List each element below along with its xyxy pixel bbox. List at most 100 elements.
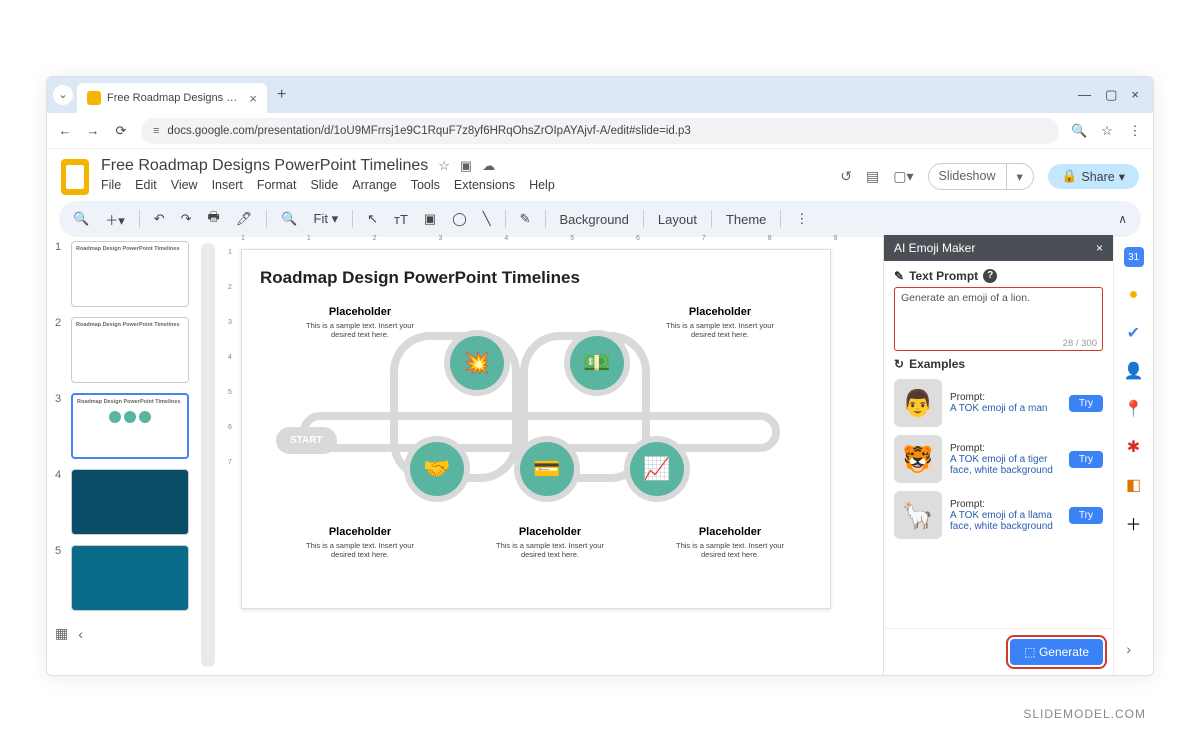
chevron-down-icon[interactable]: ▾ bbox=[1006, 164, 1033, 189]
try-1-button[interactable]: Try bbox=[1069, 395, 1103, 412]
menu-help[interactable]: Help bbox=[529, 178, 555, 192]
menu-insert[interactable]: Insert bbox=[212, 178, 243, 192]
node-icon-explosion[interactable]: 💥 bbox=[450, 336, 504, 390]
addon-1-icon[interactable]: ✱ bbox=[1124, 437, 1144, 457]
comment-icon[interactable]: ✎ bbox=[516, 208, 535, 230]
menu-slide[interactable]: Slide bbox=[310, 178, 338, 192]
generate-button[interactable]: ⬚ Generate bbox=[1010, 639, 1103, 665]
close-panel-icon[interactable]: × bbox=[1096, 241, 1103, 255]
share-button[interactable]: 🔒 Share ▾ bbox=[1048, 164, 1139, 189]
start-badge: START bbox=[276, 427, 337, 454]
placeholder-bl[interactable]: PlaceholderThis is a sample text. Insert… bbox=[300, 522, 420, 559]
placeholder-bc[interactable]: PlaceholderThis is a sample text. Insert… bbox=[490, 522, 610, 559]
maps-icon[interactable]: 📍 bbox=[1124, 399, 1144, 419]
canvas-area: 1 1 2 3 4 5 6 7 8 9 10 11 12 13 1234567 … bbox=[197, 235, 883, 675]
new-slide-icon[interactable]: ＋▾ bbox=[101, 207, 129, 232]
zoom-level[interactable]: Fit ▾ bbox=[310, 208, 343, 230]
comments-icon[interactable]: ▤ bbox=[866, 168, 879, 185]
back-icon[interactable]: ← bbox=[57, 123, 73, 138]
calendar-icon[interactable]: 31 bbox=[1124, 247, 1144, 267]
try-3-button[interactable]: Try bbox=[1069, 507, 1103, 524]
thumb-5[interactable]: 5 bbox=[55, 545, 189, 611]
placeholder-tr[interactable]: PlaceholderThis is a sample text. Insert… bbox=[660, 302, 780, 339]
app-header: Free Roadmap Designs PowerPoint Timeline… bbox=[47, 149, 1153, 195]
tab-search-icon[interactable]: ⌄ bbox=[53, 85, 73, 105]
toolbar: 🔍 ＋▾ ↶ ↷ 🖶 🖊 🔍 Fit ▾ ↖ ᴛT ▣ ◯ ╲ ✎ Backgr… bbox=[59, 201, 1141, 237]
contacts-icon[interactable]: 👤 bbox=[1124, 361, 1144, 381]
grid-view-icon[interactable]: ▦ bbox=[55, 625, 68, 642]
maximize-icon[interactable]: ▢ bbox=[1105, 87, 1117, 103]
transition-icon[interactable]: ⋮ bbox=[791, 208, 812, 230]
menu-file[interactable]: File bbox=[101, 178, 121, 192]
close-window-icon[interactable]: × bbox=[1131, 87, 1139, 103]
thumb-2[interactable]: 2Roadmap Design PowerPoint Timelines bbox=[55, 317, 189, 383]
get-addons-icon[interactable]: ＋ bbox=[1124, 513, 1144, 533]
minimize-icon[interactable]: — bbox=[1078, 87, 1091, 103]
menu-arrange[interactable]: Arrange bbox=[352, 178, 396, 192]
refresh-icon[interactable]: ↻ bbox=[894, 357, 904, 371]
close-tab-icon[interactable]: × bbox=[249, 91, 257, 106]
new-tab-button[interactable]: + bbox=[271, 86, 292, 104]
example-3: 🦙 Prompt:A TOK emoji of a llama face, wh… bbox=[894, 491, 1103, 539]
undo-icon[interactable]: ↶ bbox=[150, 208, 169, 230]
placeholder-tl[interactable]: PlaceholderThis is a sample text. Insert… bbox=[300, 302, 420, 339]
redo-icon[interactable]: ↷ bbox=[177, 208, 196, 230]
forward-icon[interactable]: → bbox=[85, 123, 101, 138]
theme-button[interactable]: Theme bbox=[722, 209, 770, 230]
select-tool-icon[interactable]: ↖ bbox=[363, 208, 382, 230]
try-2-button[interactable]: Try bbox=[1069, 451, 1103, 468]
text-box-icon[interactable]: ᴛT bbox=[390, 209, 412, 230]
zoom-tool-icon[interactable]: 🔍 bbox=[277, 208, 301, 230]
slide-title[interactable]: Roadmap Design PowerPoint Timelines bbox=[260, 268, 812, 288]
cloud-status-icon[interactable]: ☁ bbox=[482, 158, 495, 174]
bookmark-icon[interactable]: ☆ bbox=[1099, 123, 1115, 139]
tasks-icon[interactable]: ✔ bbox=[1124, 323, 1144, 343]
next-icon[interactable]: › bbox=[1126, 641, 1131, 657]
thumb-4[interactable]: 4 bbox=[55, 469, 189, 535]
search-menus-icon[interactable]: 🔍 bbox=[69, 208, 93, 230]
addon-2-icon[interactable]: ◧ bbox=[1124, 475, 1144, 495]
slideshow-button[interactable]: Slideshow▾ bbox=[928, 163, 1034, 190]
meet-icon[interactable]: ▢▾ bbox=[893, 168, 913, 185]
history-icon[interactable]: ↺ bbox=[840, 168, 852, 185]
reload-icon[interactable]: ⟳ bbox=[113, 123, 129, 139]
node-icon-chart[interactable]: 📈 bbox=[630, 442, 684, 496]
zoom-icon[interactable]: 🔍 bbox=[1071, 123, 1087, 139]
thumb-3[interactable]: 3Roadmap Design PowerPoint Timelines bbox=[55, 393, 189, 459]
keep-icon[interactable]: ● bbox=[1124, 285, 1144, 305]
shape-icon[interactable]: ◯ bbox=[448, 208, 471, 230]
slide-canvas[interactable]: Roadmap Design PowerPoint Timelines STAR… bbox=[241, 249, 831, 609]
menu-edit[interactable]: Edit bbox=[135, 178, 157, 192]
node-icon-money[interactable]: 💵 bbox=[570, 336, 624, 390]
document-title[interactable]: Free Roadmap Designs PowerPoint Timeline… bbox=[101, 157, 428, 175]
ruler-vertical: 1234567 bbox=[219, 249, 241, 675]
move-icon[interactable]: ▣ bbox=[460, 158, 472, 174]
address-bar[interactable]: ≡ docs.google.com/presentation/d/1oU9MFr… bbox=[141, 118, 1059, 144]
menu-extensions[interactable]: Extensions bbox=[454, 178, 515, 192]
paint-format-icon[interactable]: 🖊 bbox=[232, 208, 257, 230]
slides-logo-icon[interactable] bbox=[61, 159, 89, 195]
help-icon[interactable]: ? bbox=[983, 269, 997, 283]
site-info-icon[interactable]: ≡ bbox=[153, 125, 159, 137]
menu-view[interactable]: View bbox=[171, 178, 198, 192]
menu-format[interactable]: Format bbox=[257, 178, 297, 192]
line-icon[interactable]: ╲ bbox=[479, 208, 495, 230]
thumb-1[interactable]: 1Roadmap Design PowerPoint Timelines bbox=[55, 241, 189, 307]
generate-icon: ⬚ bbox=[1024, 645, 1039, 659]
ai-emoji-panel: AI Emoji Maker × ✎ Text Prompt ? Generat… bbox=[883, 235, 1113, 675]
layout-button[interactable]: Layout bbox=[654, 209, 701, 230]
chevron-down-icon: ▾ bbox=[1119, 169, 1125, 184]
node-icon-handshake[interactable]: 🤝 bbox=[410, 442, 464, 496]
menu-tools[interactable]: Tools bbox=[411, 178, 440, 192]
print-icon[interactable]: 🖶 bbox=[204, 205, 224, 233]
scroll-scrubber[interactable] bbox=[201, 243, 215, 667]
image-icon[interactable]: ▣ bbox=[420, 208, 440, 230]
node-icon-card[interactable]: 💳 bbox=[520, 442, 574, 496]
kebab-menu-icon[interactable]: ⋮ bbox=[1127, 123, 1143, 139]
prev-icon[interactable]: ‹ bbox=[78, 626, 83, 642]
placeholder-br[interactable]: PlaceholderThis is a sample text. Insert… bbox=[670, 522, 790, 559]
collapse-toolbar-icon[interactable]: ∧ bbox=[1114, 209, 1131, 229]
background-button[interactable]: Background bbox=[556, 209, 633, 230]
browser-tab[interactable]: Free Roadmap Designs PowerP × bbox=[77, 83, 267, 113]
star-icon[interactable]: ☆ bbox=[438, 158, 450, 174]
